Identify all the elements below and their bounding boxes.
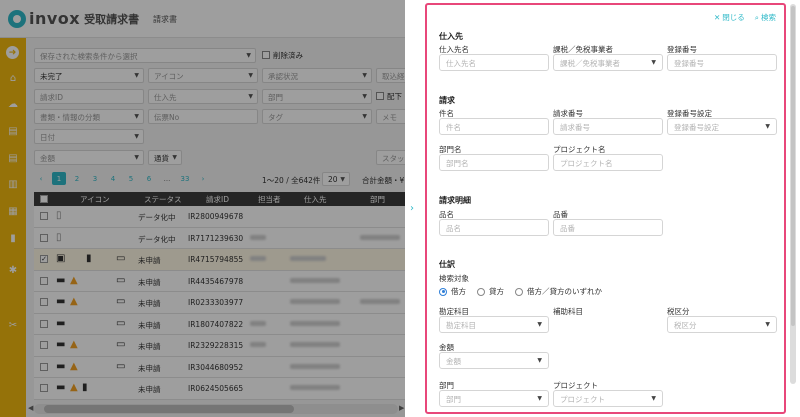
modal-overlay[interactable] (0, 0, 405, 417)
section-title-vendor: 仕入先 (439, 32, 463, 41)
radio-credit[interactable]: 貸方 (477, 286, 504, 297)
search-icon: ⌕ (754, 12, 759, 22)
radio-either[interactable]: 借方／貸方のいずれか (515, 286, 602, 297)
panel-actions: ✕ 閉じる ⌕ 検索 (714, 12, 776, 23)
panel-scrollbar[interactable] (790, 4, 796, 384)
search-button[interactable]: ⌕ 検索 (755, 12, 776, 23)
project-select[interactable]: プロジェクト ▼ (553, 390, 663, 407)
panel-gutter (405, 0, 425, 417)
close-icon: ✕ (714, 13, 721, 22)
reg-setting-select[interactable]: 登録番号設定 ▼ (667, 118, 777, 135)
dept-name-input[interactable]: 部門名 (439, 154, 549, 171)
target-label: 検索対象 (439, 274, 469, 283)
tax-type-select[interactable]: 課税／免税事業者 ▼ (553, 54, 663, 71)
search-panel: ✕ 閉じる ⌕ 検索 仕入先 仕入先名 仕入先名 課税／免税事業者 課税／免税事業者… (425, 3, 786, 414)
section-title-journal: 仕訳 (439, 260, 455, 269)
sub-account-label: 補助科目 (553, 307, 583, 316)
chevron-right-icon[interactable]: › (410, 203, 414, 214)
background-app: invox 受取請求書 請求書 ➜ ⌂ ☁ ▤ ▤ ▥ ▦ ▮ ✱ ✂ 保存され… (0, 0, 405, 417)
subject-input[interactable]: 件名 (439, 118, 549, 135)
radio-debit[interactable]: 借方 (439, 286, 466, 297)
invoice-no-input[interactable]: 請求番号 (553, 118, 663, 135)
project-name-input[interactable]: プロジェクト名 (553, 154, 663, 171)
tax-select[interactable]: 税区分 ▼ (667, 316, 777, 333)
item-name-input[interactable]: 品名 (439, 219, 549, 236)
section-title-detail: 請求明細 (439, 196, 471, 205)
item-no-input[interactable]: 品番 (553, 219, 663, 236)
vendor-name-input[interactable]: 仕入先名 (439, 54, 549, 71)
account-select[interactable]: 勘定科目 ▼ (439, 316, 549, 333)
amount-select[interactable]: 金額 ▼ (439, 352, 549, 369)
close-button[interactable]: ✕ 閉じる (714, 12, 745, 23)
dept-select[interactable]: 部門 ▼ (439, 390, 549, 407)
section-title-invoice: 請求 (439, 96, 455, 105)
reg-no-input[interactable]: 登録番号 (667, 54, 777, 71)
